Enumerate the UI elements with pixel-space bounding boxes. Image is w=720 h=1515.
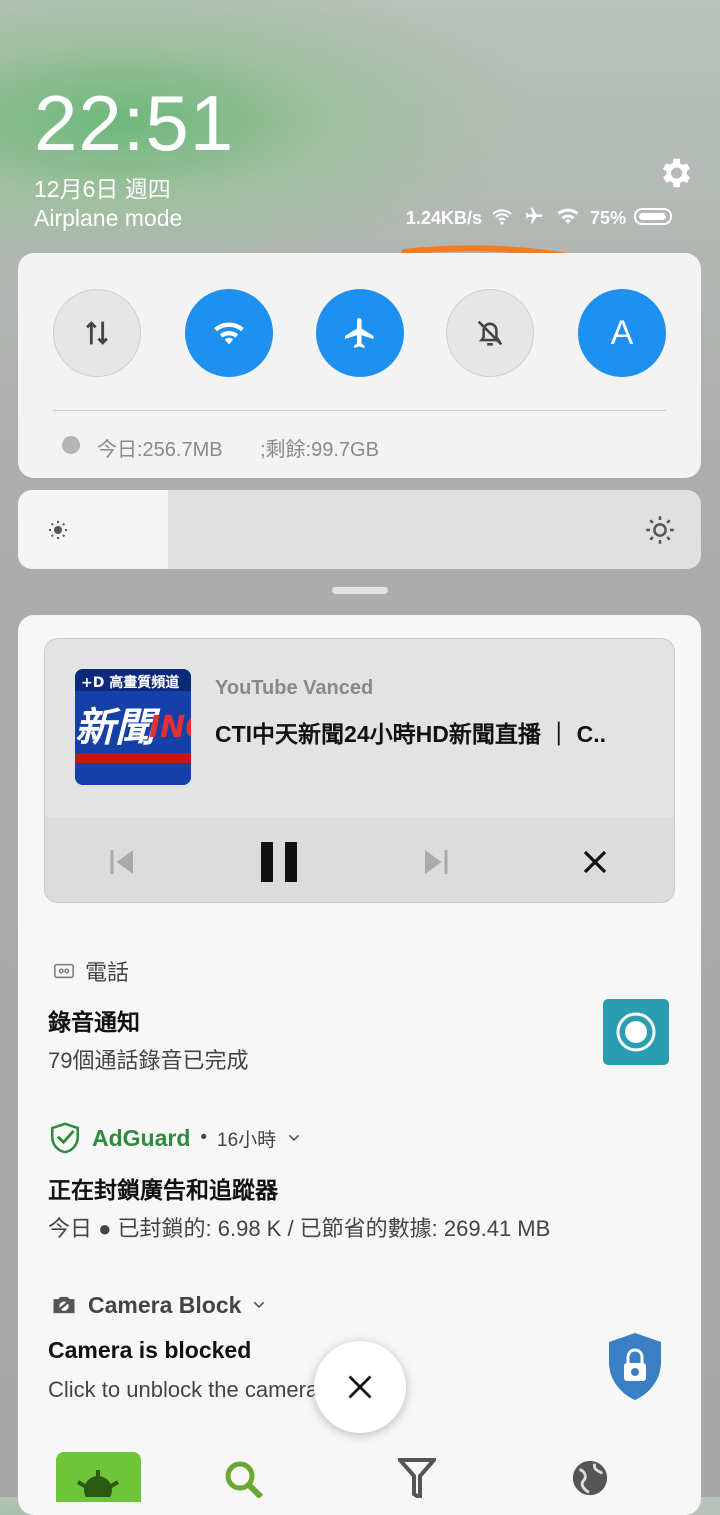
hotspot-icon	[490, 206, 514, 231]
adguard-shield-icon	[50, 1122, 80, 1154]
svg-text:ING: ING	[149, 710, 191, 745]
data-usage-today: 今日:256.7MB	[97, 439, 223, 461]
clear-all-button[interactable]	[314, 1341, 406, 1433]
phone-notification-body: 79個通話錄音已完成	[48, 1048, 249, 1073]
voicemail-icon	[54, 963, 74, 979]
quick-settings-panel: A 今日:256.7MB ;剩餘:99.7GB	[18, 253, 701, 478]
previous-button[interactable]	[91, 837, 151, 887]
close-icon	[348, 1375, 372, 1399]
skip-previous-icon	[110, 850, 133, 874]
svg-text:+D 高畫質頻道: +D 高畫質頻道	[81, 674, 179, 691]
pause-icon	[261, 842, 297, 882]
status-bar: 1.24KB/s 75%	[406, 205, 674, 231]
airplane-mode-toggle[interactable]	[316, 289, 404, 377]
clock: 22:51	[34, 79, 235, 167]
camera-off-icon	[53, 1296, 75, 1314]
date: 12月6日 週四	[34, 176, 171, 202]
adguard-notification-body: 今日 ● 已封鎖的: 6.98 K / 已節省的數據: 269.41 MB	[48, 1216, 551, 1241]
phone-app-name: 電話	[85, 960, 130, 985]
divider	[53, 410, 666, 411]
chevron-down-icon	[288, 1134, 300, 1142]
media-close-button[interactable]	[565, 837, 625, 887]
adguard-time: 16小時	[217, 1129, 277, 1151]
camera-block-notification-body: Click to unblock the camera	[48, 1377, 318, 1402]
camera-block-notification-title: Camera is blocked	[48, 1337, 252, 1363]
network-speed: 1.24KB/s	[406, 207, 483, 228]
silent-toggle[interactable]	[446, 289, 534, 377]
airplane-icon	[345, 318, 374, 348]
dock-app-icon[interactable]	[56, 1452, 141, 1504]
media-notification[interactable]: +D 高畫質頻道 新聞 ING YouTube Vanced CTI中天新聞24…	[44, 638, 675, 903]
airplane-icon	[522, 206, 546, 231]
media-app-name: YouTube Vanced	[215, 677, 374, 699]
next-button[interactable]	[407, 837, 467, 887]
bell-off-icon	[477, 320, 503, 346]
settings-gear-icon[interactable]	[656, 154, 694, 192]
globe-icon[interactable]	[569, 1458, 611, 1498]
wifi-icon	[214, 322, 244, 345]
battery-icon	[634, 206, 674, 231]
data-usage-dot	[62, 436, 80, 454]
search-icon[interactable]	[222, 1458, 266, 1498]
data-remaining: ;剩餘:99.7GB	[260, 439, 379, 461]
brightness-fill	[18, 490, 168, 569]
wifi-icon	[554, 206, 582, 231]
media-title: CTI中天新聞24小時HD新聞直播 ｜ C..	[215, 721, 607, 747]
close-icon	[583, 850, 607, 874]
mobile-data-toggle[interactable]	[53, 289, 141, 377]
phone-app-header: 電話	[53, 955, 129, 987]
data-arrows-icon	[86, 321, 108, 345]
chevron-down-icon	[254, 1301, 265, 1309]
record-icon	[616, 1012, 656, 1052]
phone-notification-title: 錄音通知	[48, 1009, 140, 1035]
filter-icon[interactable]	[398, 1458, 436, 1498]
auto-brightness-toggle[interactable]: A	[578, 289, 666, 377]
adguard-notification-title: 正在封鎖廣告和追蹤器	[48, 1177, 278, 1203]
adguard-app-header[interactable]: AdGuard • 16小時	[48, 1121, 302, 1155]
battery-percent: 75%	[590, 207, 627, 228]
camera-block-app-name: Camera Block	[88, 1291, 242, 1318]
home-dock	[0, 1450, 720, 1504]
auto-brightness-label: A	[610, 313, 634, 352]
airplane-mode-label: Airplane mode	[34, 205, 183, 231]
camera-block-app-header[interactable]: Camera Block	[50, 1291, 267, 1319]
panel-drag-handle[interactable]	[332, 587, 388, 594]
adguard-app-name: AdGuard	[92, 1124, 191, 1151]
camera-block-shield-icon	[606, 1331, 664, 1403]
brightness-high-icon	[646, 516, 674, 544]
pause-button[interactable]	[249, 837, 309, 887]
skip-next-icon	[425, 850, 448, 874]
recorder-app-icon[interactable]	[603, 999, 669, 1065]
brightness-slider[interactable]	[18, 490, 701, 569]
brightness-low-icon	[49, 521, 67, 539]
media-thumbnail: +D 高畫質頻道 新聞 ING	[75, 669, 191, 785]
wifi-toggle[interactable]	[185, 289, 273, 377]
